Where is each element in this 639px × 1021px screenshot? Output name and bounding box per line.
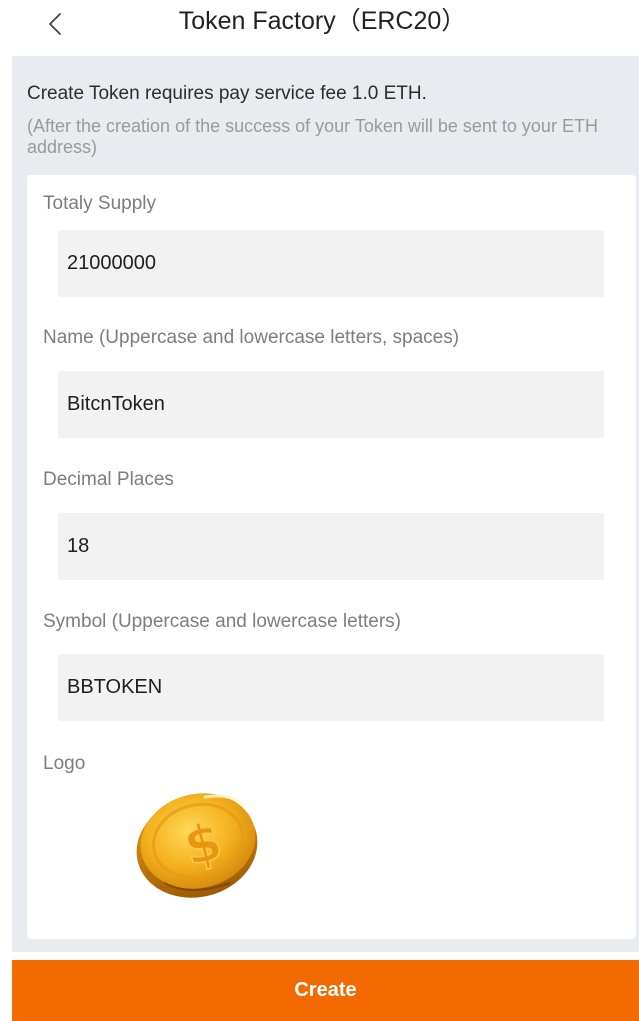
supply-label: Totaly Supply bbox=[43, 193, 157, 214]
decimals-input[interactable]: 18 bbox=[58, 513, 604, 580]
supply-input[interactable]: 21000000 bbox=[58, 230, 604, 297]
token-factory-screen: Token Factory（ERC20） Create Token requir… bbox=[0, 0, 639, 1021]
gold-dollar-coin-icon[interactable]: $ bbox=[135, 787, 261, 899]
create-button[interactable]: Create bbox=[12, 960, 639, 1021]
header: Token Factory（ERC20） bbox=[0, 0, 639, 56]
fee-subnotice: (After the creation of the success of yo… bbox=[27, 116, 598, 157]
symbol-input[interactable]: BBTOKEN bbox=[58, 654, 604, 721]
page-title: Token Factory（ERC20） bbox=[178, 7, 467, 35]
token-form-card: Totaly Supply 21000000 Name (Uppercase a… bbox=[27, 175, 636, 939]
name-input[interactable]: BitcnToken bbox=[58, 371, 604, 438]
logo-label: Logo bbox=[43, 753, 86, 774]
fee-notice: Create Token requires pay service fee 1.… bbox=[27, 83, 427, 104]
name-label: Name (Uppercase and lowercase letters, s… bbox=[43, 327, 460, 348]
decimals-label: Decimal Places bbox=[43, 469, 174, 490]
symbol-label: Symbol (Uppercase and lowercase letters) bbox=[43, 611, 401, 632]
